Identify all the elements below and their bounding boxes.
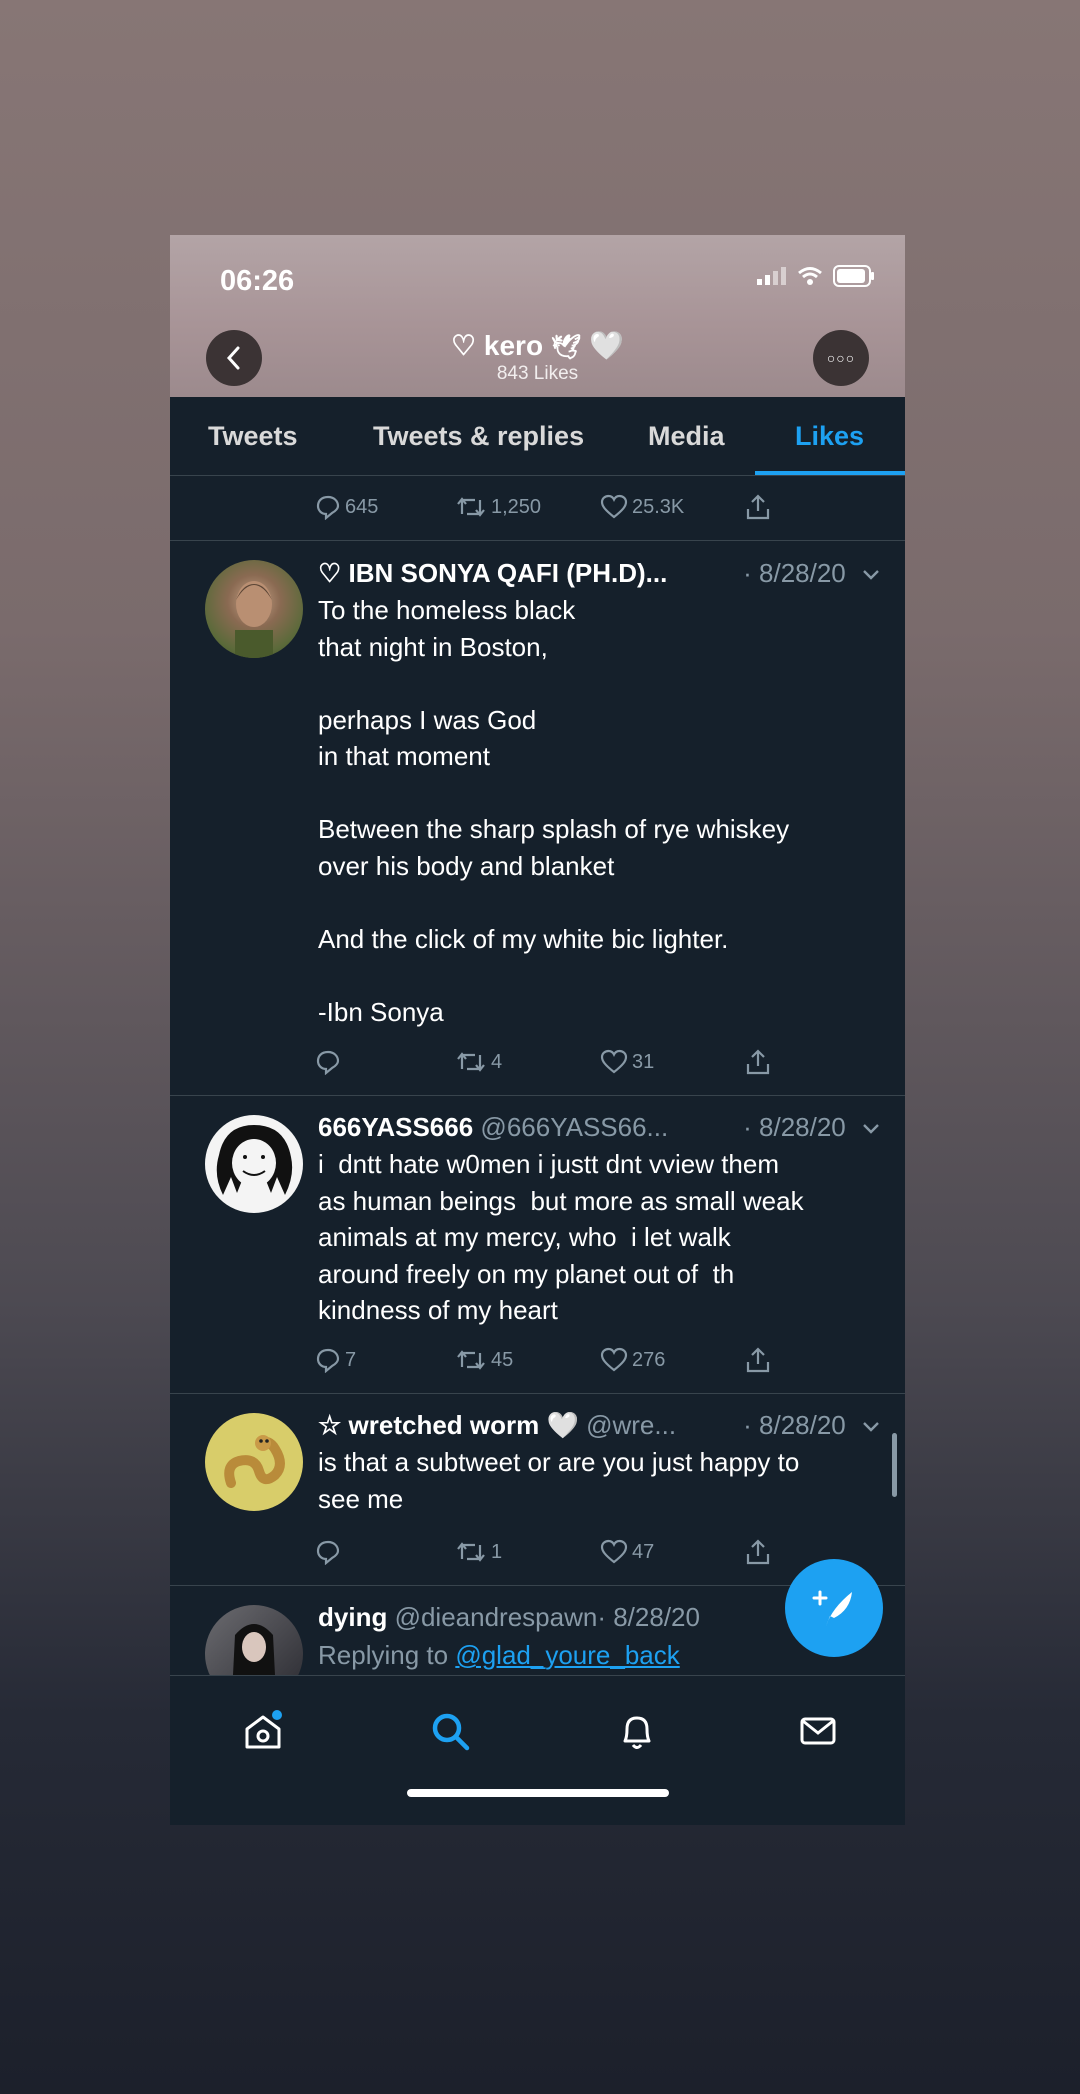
avatar-drawing-icon bbox=[216, 1125, 293, 1195]
chevron-down-icon[interactable] bbox=[861, 1420, 881, 1434]
more-icon: ○○○ bbox=[826, 350, 856, 366]
tweet-actions: 1 47 bbox=[315, 1535, 875, 1569]
chevron-down-icon[interactable] bbox=[861, 1122, 881, 1136]
tweet-actions: 4 31 bbox=[315, 1045, 875, 1079]
share-icon bbox=[746, 1539, 770, 1565]
reply-icon bbox=[316, 495, 340, 520]
share-button[interactable] bbox=[745, 1346, 771, 1374]
tab-likes[interactable]: Likes bbox=[795, 421, 864, 452]
profile-name: ♡ kero 🕊 🤍 bbox=[451, 330, 624, 361]
tweet-author-handle[interactable]: @666YASS66... bbox=[480, 1112, 668, 1142]
retweet-icon bbox=[457, 497, 485, 517]
home-indicator bbox=[407, 1789, 669, 1797]
profile-header: 06:26 ♡ kero 🕊 🤍 843 Likes ○○○ bbox=[170, 235, 905, 397]
chevron-down-icon[interactable] bbox=[861, 568, 881, 582]
worm-icon bbox=[224, 1435, 285, 1488]
tweet-author-name[interactable]: dying bbox=[318, 1602, 387, 1632]
feather-plus-icon bbox=[812, 1590, 852, 1626]
reply-button[interactable] bbox=[315, 1539, 341, 1565]
wifi-icon bbox=[798, 267, 822, 285]
avatar-face-icon bbox=[235, 581, 273, 658]
tweet-date: · 8/28/20 bbox=[743, 558, 881, 589]
nav-home[interactable] bbox=[238, 1706, 288, 1756]
tweet-text: To the homeless black that night in Bost… bbox=[318, 595, 790, 1027]
reply-context: Replying to @glad_youre_back bbox=[318, 1640, 680, 1670]
profile-tabs: Tweets Tweets & replies Media Likes bbox=[170, 397, 905, 476]
compose-tweet-button[interactable] bbox=[785, 1559, 883, 1657]
tweet-date: · 8/28/20 bbox=[597, 1602, 700, 1632]
heart-icon bbox=[600, 494, 628, 519]
reply-button[interactable] bbox=[315, 1049, 341, 1075]
tweet-text: i dntt hate w0men i justt dnt vview them… bbox=[318, 1149, 804, 1325]
tweet-date: · 8/28/20 bbox=[743, 1410, 881, 1441]
reply-icon bbox=[316, 1050, 340, 1075]
tab-media[interactable]: Media bbox=[648, 421, 725, 452]
likes-count: 843 Likes bbox=[496, 363, 579, 384]
avatar[interactable] bbox=[205, 1413, 303, 1511]
retweet-button[interactable]: 1 bbox=[455, 1539, 502, 1565]
share-button[interactable] bbox=[745, 1538, 771, 1566]
avatar[interactable] bbox=[205, 1115, 303, 1213]
like-button[interactable]: 276 bbox=[600, 1347, 665, 1373]
divider bbox=[170, 1095, 905, 1096]
phone-screen: 06:26 ♡ kero 🕊 🤍 843 Likes ○○○ Tweets Tw… bbox=[170, 235, 905, 1825]
reply-button[interactable]: 645 bbox=[315, 494, 378, 520]
share-icon bbox=[746, 1347, 770, 1373]
retweet-icon bbox=[457, 1350, 485, 1370]
bell-icon bbox=[623, 1716, 651, 1749]
bottom-navigation bbox=[170, 1675, 905, 1825]
reply-to-link[interactable]: @glad_youre_back bbox=[455, 1640, 679, 1670]
status-icons bbox=[757, 265, 875, 287]
divider bbox=[170, 540, 905, 541]
heart-icon bbox=[600, 1539, 628, 1564]
tweet-text: is that a subtweet or are you just happy… bbox=[318, 1447, 800, 1514]
battery-icon bbox=[833, 265, 874, 287]
share-button[interactable] bbox=[745, 493, 771, 521]
reply-button[interactable]: 7 bbox=[315, 1347, 356, 1373]
white-heart-icon: 🤍 bbox=[589, 330, 624, 361]
nav-notifications[interactable] bbox=[612, 1706, 662, 1756]
retweet-button[interactable]: 4 bbox=[455, 1049, 502, 1075]
like-button[interactable]: 25.3K bbox=[600, 494, 684, 520]
divider bbox=[170, 1393, 905, 1394]
scrollbar[interactable] bbox=[892, 1433, 897, 1497]
tweet-author-name[interactable]: 666YASS666 bbox=[318, 1112, 473, 1142]
share-icon bbox=[746, 1049, 770, 1075]
retweet-button[interactable]: 45 bbox=[455, 1347, 513, 1373]
like-button[interactable]: 47 bbox=[600, 1539, 654, 1565]
more-options-button[interactable]: ○○○ bbox=[813, 330, 869, 386]
bird-emoji-icon: 🕊 bbox=[550, 334, 582, 361]
mail-icon bbox=[800, 1717, 836, 1745]
reply-icon bbox=[316, 1348, 340, 1373]
tweet-author-handle[interactable]: @dieandrespawn bbox=[395, 1602, 598, 1632]
avatar[interactable] bbox=[205, 560, 303, 658]
tweet-actions: 7 45 276 bbox=[315, 1343, 875, 1377]
heart-icon bbox=[600, 1049, 628, 1074]
share-button[interactable] bbox=[745, 1048, 771, 1076]
heart-icon bbox=[600, 1347, 628, 1372]
tweet-author-handle[interactable]: @wre... bbox=[586, 1410, 676, 1440]
status-time: 06:26 bbox=[220, 265, 295, 297]
reply-icon bbox=[316, 1540, 340, 1565]
share-icon bbox=[746, 494, 770, 520]
like-button[interactable]: 31 bbox=[600, 1049, 654, 1075]
active-tab-indicator bbox=[755, 471, 905, 475]
search-icon bbox=[432, 1713, 470, 1751]
retweet-icon bbox=[457, 1052, 485, 1072]
retweet-button[interactable]: 1,250 bbox=[455, 494, 541, 520]
signal-icon bbox=[757, 267, 786, 285]
tab-tweets-replies[interactable]: Tweets & replies bbox=[373, 421, 584, 452]
tweet-author-name[interactable]: ♡ IBN SONYA QAFI (PH.D)... bbox=[318, 558, 667, 588]
nav-messages[interactable] bbox=[793, 1706, 843, 1756]
tweet-actions: 645 1,250 25.3K bbox=[315, 490, 875, 524]
tweet-author-name[interactable]: ☆ wretched worm 🤍 bbox=[318, 1410, 579, 1440]
tweet-date: · 8/28/20 bbox=[743, 1112, 881, 1143]
tab-tweets[interactable]: Tweets bbox=[208, 421, 298, 452]
nav-search[interactable] bbox=[425, 1706, 475, 1756]
home-icon bbox=[245, 1710, 282, 1749]
retweet-icon bbox=[457, 1542, 485, 1562]
